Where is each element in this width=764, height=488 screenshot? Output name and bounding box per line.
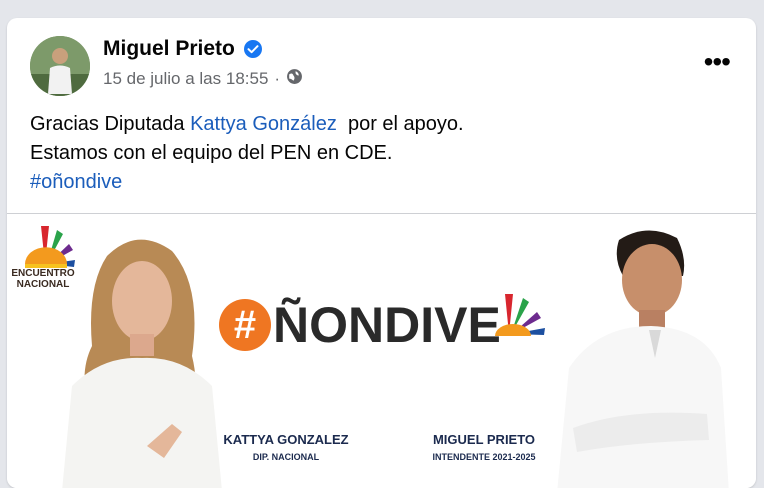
author-row: Miguel Prieto [103, 37, 263, 61]
text-suffix: por el apoyo. [336, 113, 464, 135]
text-prefix: Gracias Diputada [30, 113, 191, 135]
post-text: Gracias Diputada Kattya González por el … [30, 110, 464, 197]
post-meta: 15 de julio a las 18:55 · [103, 68, 303, 90]
candidate-right-photo [557, 230, 729, 488]
candidate-left-role: DIP. NACIONAL [252, 452, 320, 462]
banner-word: ÑONDIVE [273, 297, 501, 353]
post-timestamp[interactable]: 15 de julio a las 18:55 [103, 69, 268, 89]
hashtag-banner: # ÑONDIVE [219, 296, 501, 354]
verified-badge-icon [243, 39, 263, 59]
post-image[interactable]: ENCUENTRO NACIONAL # ÑONDIVE KATTYA GONZ… [7, 213, 756, 488]
post-text-line2: Estamos con el equipo del PEN en CDE. [30, 142, 393, 164]
more-options-button[interactable]: ••• [704, 48, 731, 76]
candidate-left-name: KATTYA GONZALEZ [223, 432, 349, 447]
banner-hash-symbol: # [219, 299, 271, 351]
globe-icon[interactable] [286, 68, 303, 90]
post-card: Miguel Prieto 15 de julio a las 18:55 · … [7, 18, 756, 488]
hashtag-link[interactable]: #oñondive [30, 168, 464, 197]
separator-dot: · [274, 69, 281, 88]
author-avatar[interactable] [30, 36, 90, 96]
post-text-line1: Gracias Diputada Kattya González por el … [30, 110, 464, 139]
author-name[interactable]: Miguel Prieto [103, 37, 235, 61]
candidate-left-photo [62, 239, 222, 488]
mention-link[interactable]: Kattya González [190, 113, 337, 135]
